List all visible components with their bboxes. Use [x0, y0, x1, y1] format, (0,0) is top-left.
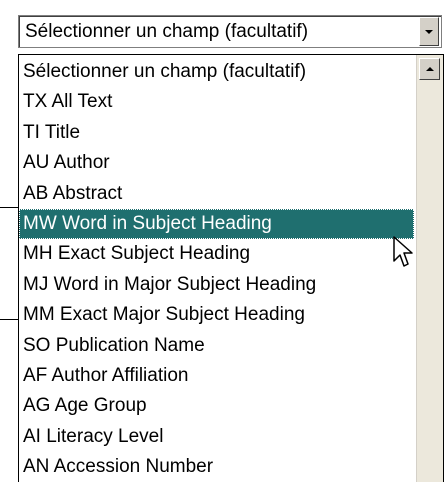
option-tx-all-text[interactable]: TX All Text [19, 87, 414, 117]
field-dropdown-list[interactable]: Sélectionner un champ (facultatif) TX Al… [18, 54, 444, 482]
option-ti-title[interactable]: TI Title [19, 118, 414, 148]
dropdown-arrow-button[interactable] [419, 17, 439, 46]
option-list: Sélectionner un champ (facultatif) TX Al… [19, 57, 414, 482]
vertical-scrollbar[interactable] [416, 55, 443, 482]
option-ab-abstract[interactable]: AB Abstract [19, 179, 414, 209]
chevron-down-icon [425, 29, 433, 34]
chevron-up-icon [425, 67, 434, 71]
option-mw-word-in-subject-heading[interactable]: MW Word in Subject Heading [19, 208, 414, 240]
option-af-author-affiliation[interactable]: AF Author Affiliation [19, 361, 414, 391]
option-ai-literacy-level[interactable]: AI Literacy Level [19, 422, 414, 452]
option-so-publication-name[interactable]: SO Publication Name [19, 331, 414, 361]
option-mm-exact-major-subject-heading[interactable]: MM Exact Major Subject Heading [19, 300, 414, 330]
field-select[interactable]: Sélectionner un champ (facultatif) [18, 15, 442, 48]
option-au-author[interactable]: AU Author [19, 148, 414, 178]
option-mj-word-in-major-subject-heading[interactable]: MJ Word in Major Subject Heading [19, 270, 414, 300]
option-an-accession-number[interactable]: AN Accession Number [19, 452, 414, 482]
option-select-field[interactable]: Sélectionner un champ (facultatif) [19, 57, 414, 87]
scroll-up-button[interactable] [419, 58, 440, 80]
background-divider-line [0, 319, 18, 320]
option-mh-exact-subject-heading[interactable]: MH Exact Subject Heading [19, 239, 414, 269]
option-ag-age-group[interactable]: AG Age Group [19, 391, 414, 421]
field-select-value: Sélectionner un champ (facultatif) [25, 20, 309, 42]
screenshot-stage: Sélectionner un champ (facultatif) Sélec… [0, 0, 444, 482]
background-divider-line [0, 207, 18, 208]
mouse-pointer-icon [393, 236, 413, 267]
